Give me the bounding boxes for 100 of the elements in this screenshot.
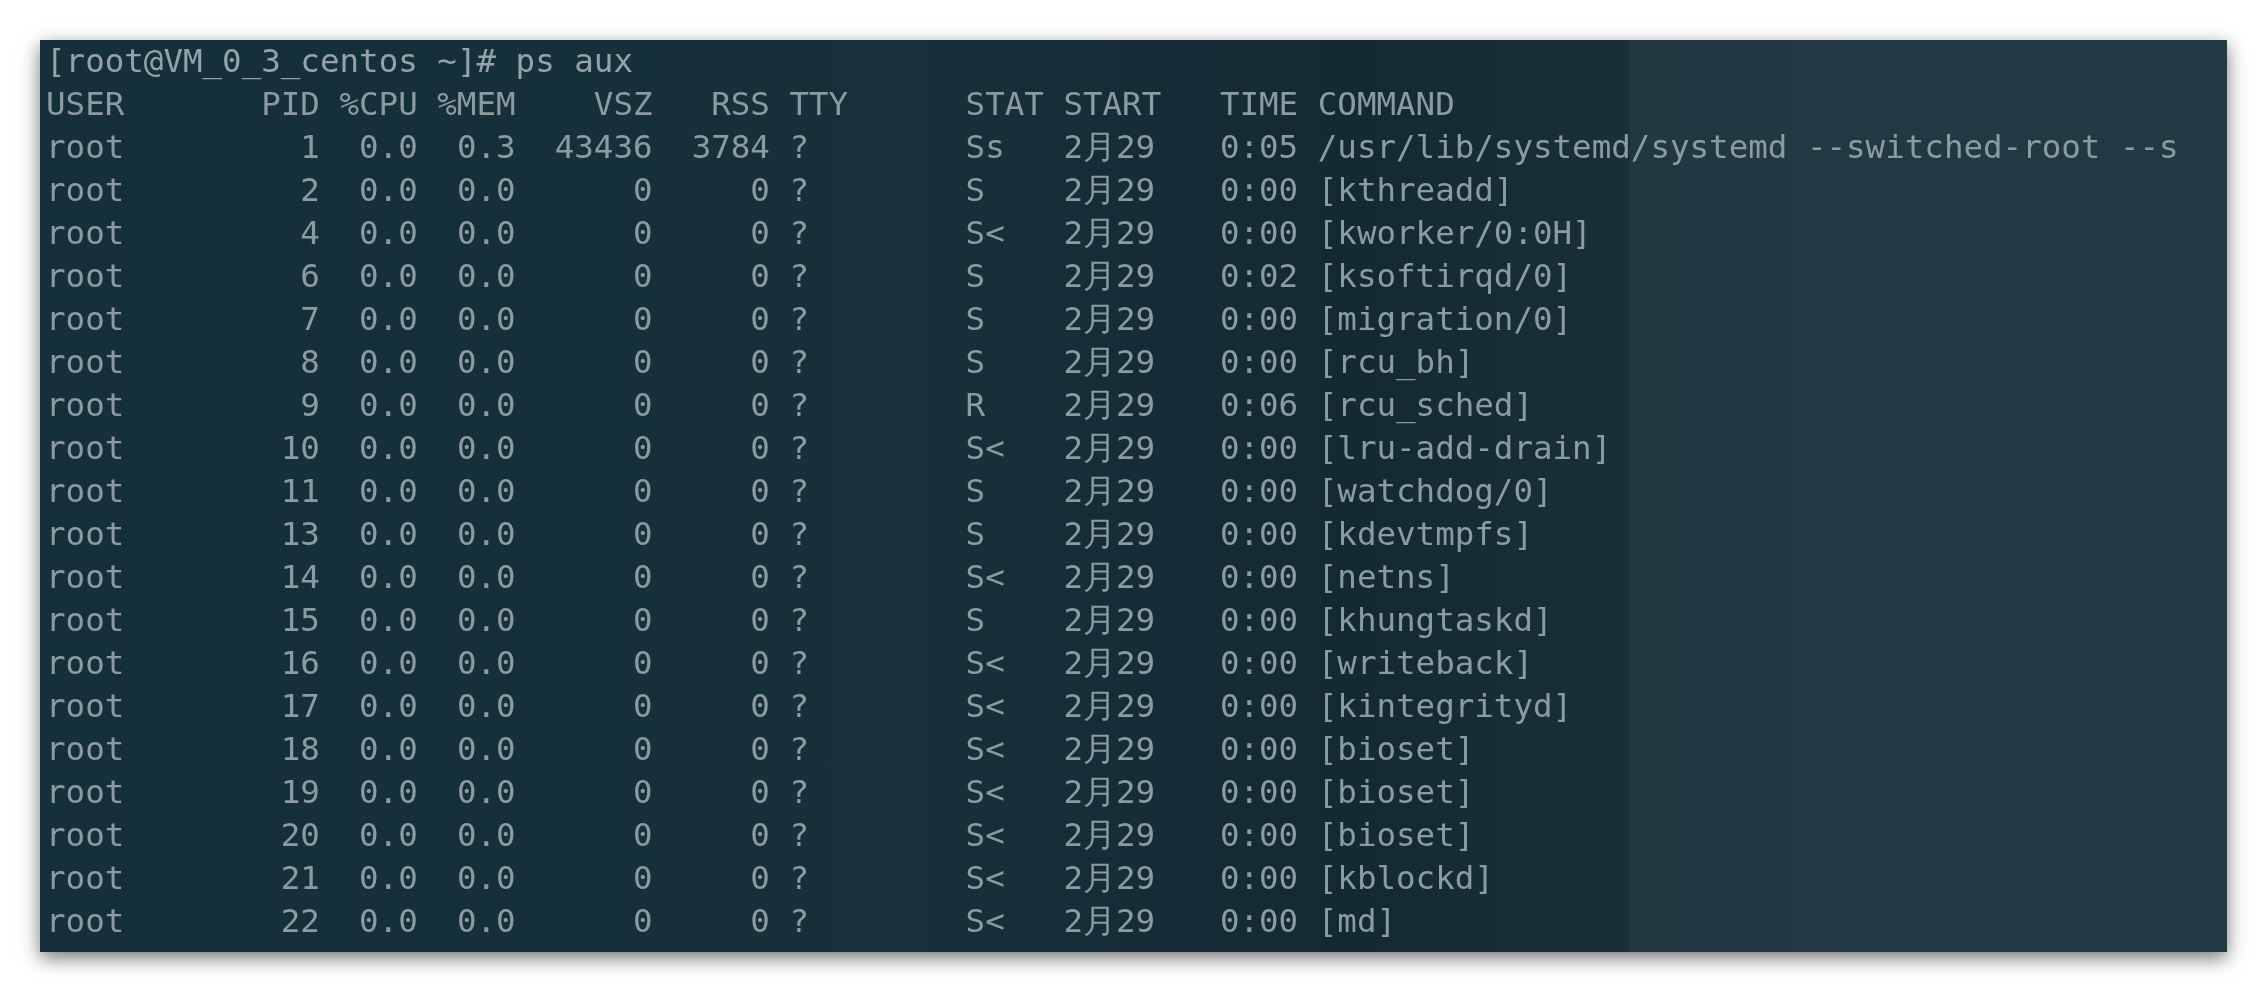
table-cell: 0:00	[1219, 644, 1299, 682]
table-cell: S<	[965, 859, 1005, 897]
table-cell: 0:00	[1219, 472, 1299, 510]
table-cell: [khungtaskd]	[1317, 601, 1553, 639]
column-header: %CPU	[339, 85, 418, 123]
command-prompt: [root@VM_0_3_centos ~]# ps aux	[46, 41, 634, 82]
table-cell: 2月29	[1063, 171, 1156, 209]
table-cell: ?	[789, 171, 810, 209]
table-cell: [kworker/0:0H]	[1317, 214, 1592, 252]
table-cell: 3784	[691, 128, 770, 166]
table-cell: 0.0	[456, 171, 516, 209]
table-cell: [rcu_sched]	[1317, 386, 1533, 424]
table-cell: 0:00	[1219, 171, 1299, 209]
table-cell: 0	[750, 902, 770, 940]
table-cell: ?	[789, 515, 810, 553]
column-header: RSS	[711, 85, 770, 123]
table-cell: 0.0	[359, 601, 418, 639]
table-cell: 2月29	[1063, 730, 1156, 768]
table-cell: 0	[632, 171, 653, 209]
table-cell: 0	[750, 171, 770, 209]
table-cell: 0	[750, 859, 770, 897]
table-cell: 0	[632, 472, 653, 510]
table-cell: 0.0	[456, 558, 516, 596]
table-cell: ?	[789, 644, 810, 682]
table-cell: 0	[750, 644, 770, 682]
table-cell: 0	[750, 214, 770, 252]
table-cell: 0	[750, 816, 770, 854]
table-cell: 0.0	[359, 214, 418, 252]
table-cell: 0	[632, 644, 653, 682]
table-cell: ?	[789, 601, 810, 639]
table-cell: 11	[280, 472, 320, 510]
table-cell: 0	[632, 816, 653, 854]
table-cell: 0.0	[456, 257, 516, 295]
table-cell: root	[46, 859, 125, 897]
table-cell: 0:00	[1219, 902, 1299, 940]
table-cell: ?	[789, 343, 810, 381]
table-cell: 0.0	[359, 816, 418, 854]
table-cell: 0	[632, 214, 653, 252]
table-cell: 2月29	[1063, 859, 1156, 897]
table-cell: 14	[280, 558, 320, 596]
table-cell: ?	[789, 558, 810, 596]
table-cell: ?	[789, 257, 810, 295]
column-header: STAT	[965, 85, 1044, 123]
table-cell: [kdevtmpfs]	[1317, 515, 1533, 553]
table-cell: 0.0	[456, 859, 516, 897]
table-cell: 0:00	[1219, 343, 1299, 381]
table-cell: root	[46, 773, 125, 811]
table-cell: 0	[632, 257, 653, 295]
table-cell: 2月29	[1063, 214, 1156, 252]
table-cell: 0.0	[456, 902, 516, 940]
table-cell: ?	[789, 472, 810, 510]
table-cell: S<	[965, 773, 1005, 811]
table-cell: 0.0	[456, 300, 516, 338]
table-cell: 0	[750, 429, 770, 467]
table-cell: S<	[965, 687, 1005, 725]
table-cell: ?	[789, 902, 810, 940]
table-cell: 15	[280, 601, 320, 639]
table-cell: ?	[789, 429, 810, 467]
table-cell: 0	[632, 730, 653, 768]
table-cell: 0.0	[359, 429, 418, 467]
table-cell: 0.0	[456, 687, 516, 725]
table-cell: S<	[965, 902, 1005, 940]
table-cell: 0.0	[456, 773, 516, 811]
table-cell: [migration/0]	[1317, 300, 1573, 338]
table-cell: root	[46, 171, 125, 209]
table-cell: 0	[750, 773, 770, 811]
table-cell: 0.0	[359, 558, 418, 596]
table-cell: root	[46, 730, 125, 768]
table-cell: ?	[789, 773, 810, 811]
table-cell: 17	[280, 687, 320, 725]
table-cell: 21	[280, 859, 320, 897]
table-cell: 0	[750, 300, 770, 338]
table-cell: root	[46, 300, 125, 338]
table-cell: root	[46, 343, 125, 381]
table-cell: 0	[750, 558, 770, 596]
table-cell: ?	[789, 386, 810, 424]
table-cell: S	[965, 343, 986, 381]
table-cell: 0:00	[1219, 214, 1299, 252]
table-cell: S	[965, 257, 986, 295]
table-cell: S<	[965, 558, 1005, 596]
table-cell: 20	[280, 816, 320, 854]
table-cell: [kintegrityd]	[1317, 687, 1573, 725]
table-cell: 0	[632, 515, 653, 553]
table-cell: 0.0	[456, 816, 516, 854]
table-cell: 19	[280, 773, 320, 811]
table-cell: [kblockd]	[1317, 859, 1494, 897]
table-cell: 0	[632, 558, 653, 596]
table-cell: 0.0	[359, 773, 418, 811]
table-cell: 2月29	[1063, 773, 1156, 811]
table-cell: root	[46, 644, 125, 682]
table-cell: root	[46, 128, 125, 166]
table-cell: S	[965, 171, 986, 209]
table-cell: 0	[632, 687, 653, 725]
table-cell: 0.0	[359, 902, 418, 940]
table-cell: 0:00	[1219, 601, 1299, 639]
table-cell: 13	[280, 515, 320, 553]
table-cell: ?	[789, 214, 810, 252]
table-cell: [bioset]	[1317, 730, 1475, 768]
table-cell: 0.0	[456, 386, 516, 424]
table-cell: 2月29	[1063, 257, 1156, 295]
